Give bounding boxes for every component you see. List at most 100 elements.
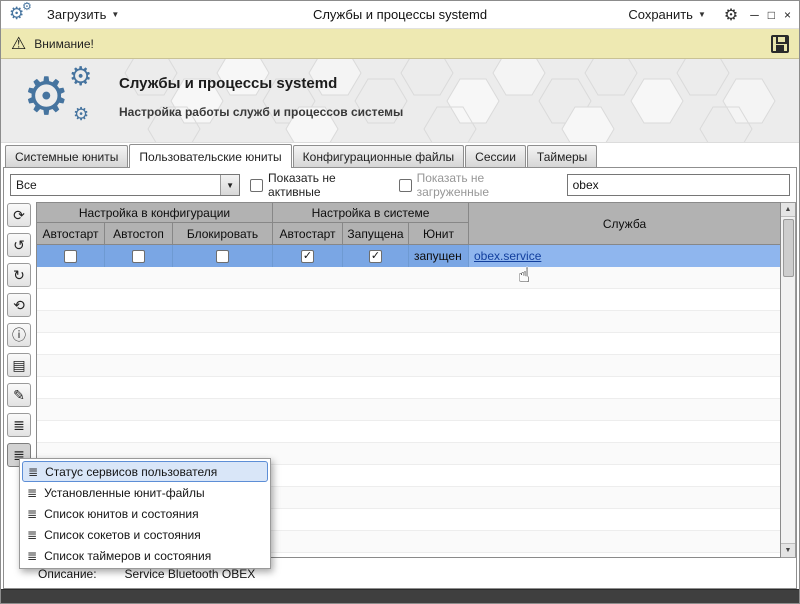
column-header-running[interactable]: Запущена (343, 223, 409, 245)
table-row (37, 289, 780, 311)
column-header-autostop[interactable]: Автостоп (105, 223, 173, 245)
tab-system-units[interactable]: Системные юниты (5, 145, 129, 167)
redo-icon: ↻ (13, 266, 25, 283)
cell-autostart-config (37, 245, 105, 267)
menu-item-label: Список сокетов и состояния (44, 527, 201, 542)
combobox-dropdown-button[interactable]: ▼ (220, 175, 240, 195)
description-value: Service Bluetooth OBEX (124, 567, 256, 581)
group-header-config: Настройка в конфигурации (37, 203, 273, 223)
document-button[interactable]: ▤ (7, 353, 31, 377)
block-checkbox[interactable] (216, 249, 229, 263)
chevron-down-icon: ▼ (111, 10, 120, 19)
gear-icon: ⚙ (73, 104, 90, 124)
combobox-value: Все (16, 178, 37, 192)
maximize-icon[interactable]: □ (768, 8, 775, 22)
scroll-down-button[interactable]: ▼ (781, 543, 795, 557)
refresh-button[interactable]: ⟳ (7, 203, 31, 227)
show-unloaded-checkbox-group[interactable]: Показать не загруженные (398, 171, 557, 199)
left-toolbar: ⟳ ↺ ↻ ⟲ ⓘ ▤ ✎ ≣ ≣ (7, 202, 36, 467)
reload-icon: ↺ (13, 236, 25, 253)
gear-icon: ⚙ (22, 0, 32, 13)
show-inactive-checkbox-group[interactable]: Показать не активные (250, 171, 389, 199)
column-header-block[interactable]: Блокировать (173, 223, 273, 245)
titlebar: ⚙ ⚙ Загрузить ▼ Службы и процессы system… (1, 1, 799, 29)
tab-config-files[interactable]: Конфигурационные файлы (292, 145, 465, 167)
header-banner: ⚙ ⚙ ⚙ Службы и процессы systemd Настройк… (1, 59, 799, 143)
menu-item-units-list[interactable]: ≣ Список юнитов и состояния (22, 503, 268, 524)
tab-bar: Системные юниты Пользовательские юниты К… (1, 143, 799, 168)
tab-sessions[interactable]: Сессии (465, 145, 526, 167)
column-header-autostart-config[interactable]: Автостарт (37, 223, 105, 245)
table-header: Настройка в конфигурации Настройка в сис… (37, 203, 780, 245)
scroll-up-icon: ▲ (784, 206, 792, 213)
gear-icon: ⚙ (69, 61, 93, 91)
scroll-down-icon: ▼ (784, 547, 792, 554)
table-row (37, 333, 780, 355)
autostop-checkbox[interactable] (132, 249, 145, 263)
warning-text: Внимание! (34, 36, 94, 51)
settings-gear-icon[interactable]: ⚙ (724, 5, 738, 25)
column-header-service[interactable]: Служба (469, 203, 780, 245)
edit-icon: ✎ (13, 386, 25, 403)
autostart-system-checkbox[interactable]: ✓ (301, 249, 314, 263)
menu-item-user-services-status[interactable]: ≣ Статус сервисов пользователя (22, 461, 268, 482)
show-inactive-checkbox[interactable] (250, 178, 264, 192)
cell-block (173, 245, 273, 267)
cell-service: obex.service (469, 245, 780, 267)
info-button[interactable]: ⓘ (7, 323, 31, 347)
cell-autostart-system: ✓ (273, 245, 343, 267)
group-header-system: Настройка в системе (273, 203, 469, 223)
show-unloaded-checkbox[interactable] (398, 178, 412, 192)
window-title: Службы и процессы systemd (312, 7, 488, 22)
gear-icon: ⚙ (23, 68, 70, 126)
close-icon[interactable]: × (784, 8, 791, 22)
show-unloaded-label: Показать не загруженные (416, 171, 490, 199)
show-inactive-label: Показать не активные (268, 171, 336, 199)
list-icon: ≣ (27, 527, 38, 542)
list-icon: ≣ (13, 416, 25, 433)
service-link[interactable]: obex.service (474, 249, 541, 263)
filter-combobox[interactable]: Все ▼ (10, 174, 241, 196)
menu-item-timers-list[interactable]: ≣ Список таймеров и состояния (22, 545, 268, 566)
column-header-autostart-system[interactable]: Автостарт (273, 223, 343, 245)
reload-button[interactable]: ↺ (7, 233, 31, 257)
menu-item-label: Статус сервисов пользователя (45, 464, 218, 479)
minimize-icon[interactable]: ─ (750, 8, 759, 22)
warning-bar: ⚠ Внимание! (1, 29, 799, 59)
menu-item-installed-unit-files[interactable]: ≣ Установленные юнит-файлы (22, 482, 268, 503)
cell-unit-state: запущен (409, 245, 469, 267)
list-icon: ≣ (27, 485, 38, 500)
scroll-up-button[interactable]: ▲ (781, 203, 795, 217)
tab-user-units[interactable]: Пользовательские юниты (129, 144, 292, 168)
tab-timers[interactable]: Таймеры (526, 145, 598, 167)
table-row (37, 421, 780, 443)
table-row-selected[interactable]: ✓ ✓ запущен obex.service (37, 245, 780, 267)
menu-item-label: Установленные юнит-файлы (44, 485, 205, 500)
search-input[interactable] (566, 174, 790, 196)
chevron-down-icon: ▼ (697, 10, 706, 19)
description-label: Описание: (38, 567, 97, 581)
column-header-unit[interactable]: Юнит (409, 223, 469, 245)
app-window: ⚙ ⚙ Загрузить ▼ Службы и процессы system… (0, 0, 800, 604)
save-button-label: Сохранить (628, 7, 693, 22)
menu-item-sockets-list[interactable]: ≣ Список сокетов и состояния (22, 524, 268, 545)
load-dropdown-button[interactable]: Загрузить ▼ (41, 4, 125, 25)
load-button-label: Загрузить (47, 7, 107, 22)
list-button[interactable]: ≣ (7, 413, 31, 437)
save-dropdown-button[interactable]: Сохранить ▼ (622, 4, 712, 25)
mouse-cursor-icon: ☝ (518, 265, 531, 287)
table-row (37, 399, 780, 421)
vertical-scrollbar[interactable]: ▲ ▼ (781, 202, 796, 558)
restart-button[interactable]: ↻ (7, 263, 31, 287)
running-checkbox[interactable]: ✓ (369, 249, 382, 263)
list-icon: ≣ (27, 506, 38, 521)
warning-icon: ⚠ (11, 34, 27, 53)
save-file-icon[interactable] (771, 34, 789, 53)
cell-autostop (105, 245, 173, 267)
list-icon: ≣ (27, 548, 38, 563)
autostart-config-checkbox[interactable] (64, 249, 77, 263)
revert-button[interactable]: ⟲ (7, 293, 31, 317)
cell-running: ✓ (343, 245, 409, 267)
edit-unit-button[interactable]: ✎ (7, 383, 31, 407)
scrollbar-thumb[interactable] (782, 219, 794, 277)
